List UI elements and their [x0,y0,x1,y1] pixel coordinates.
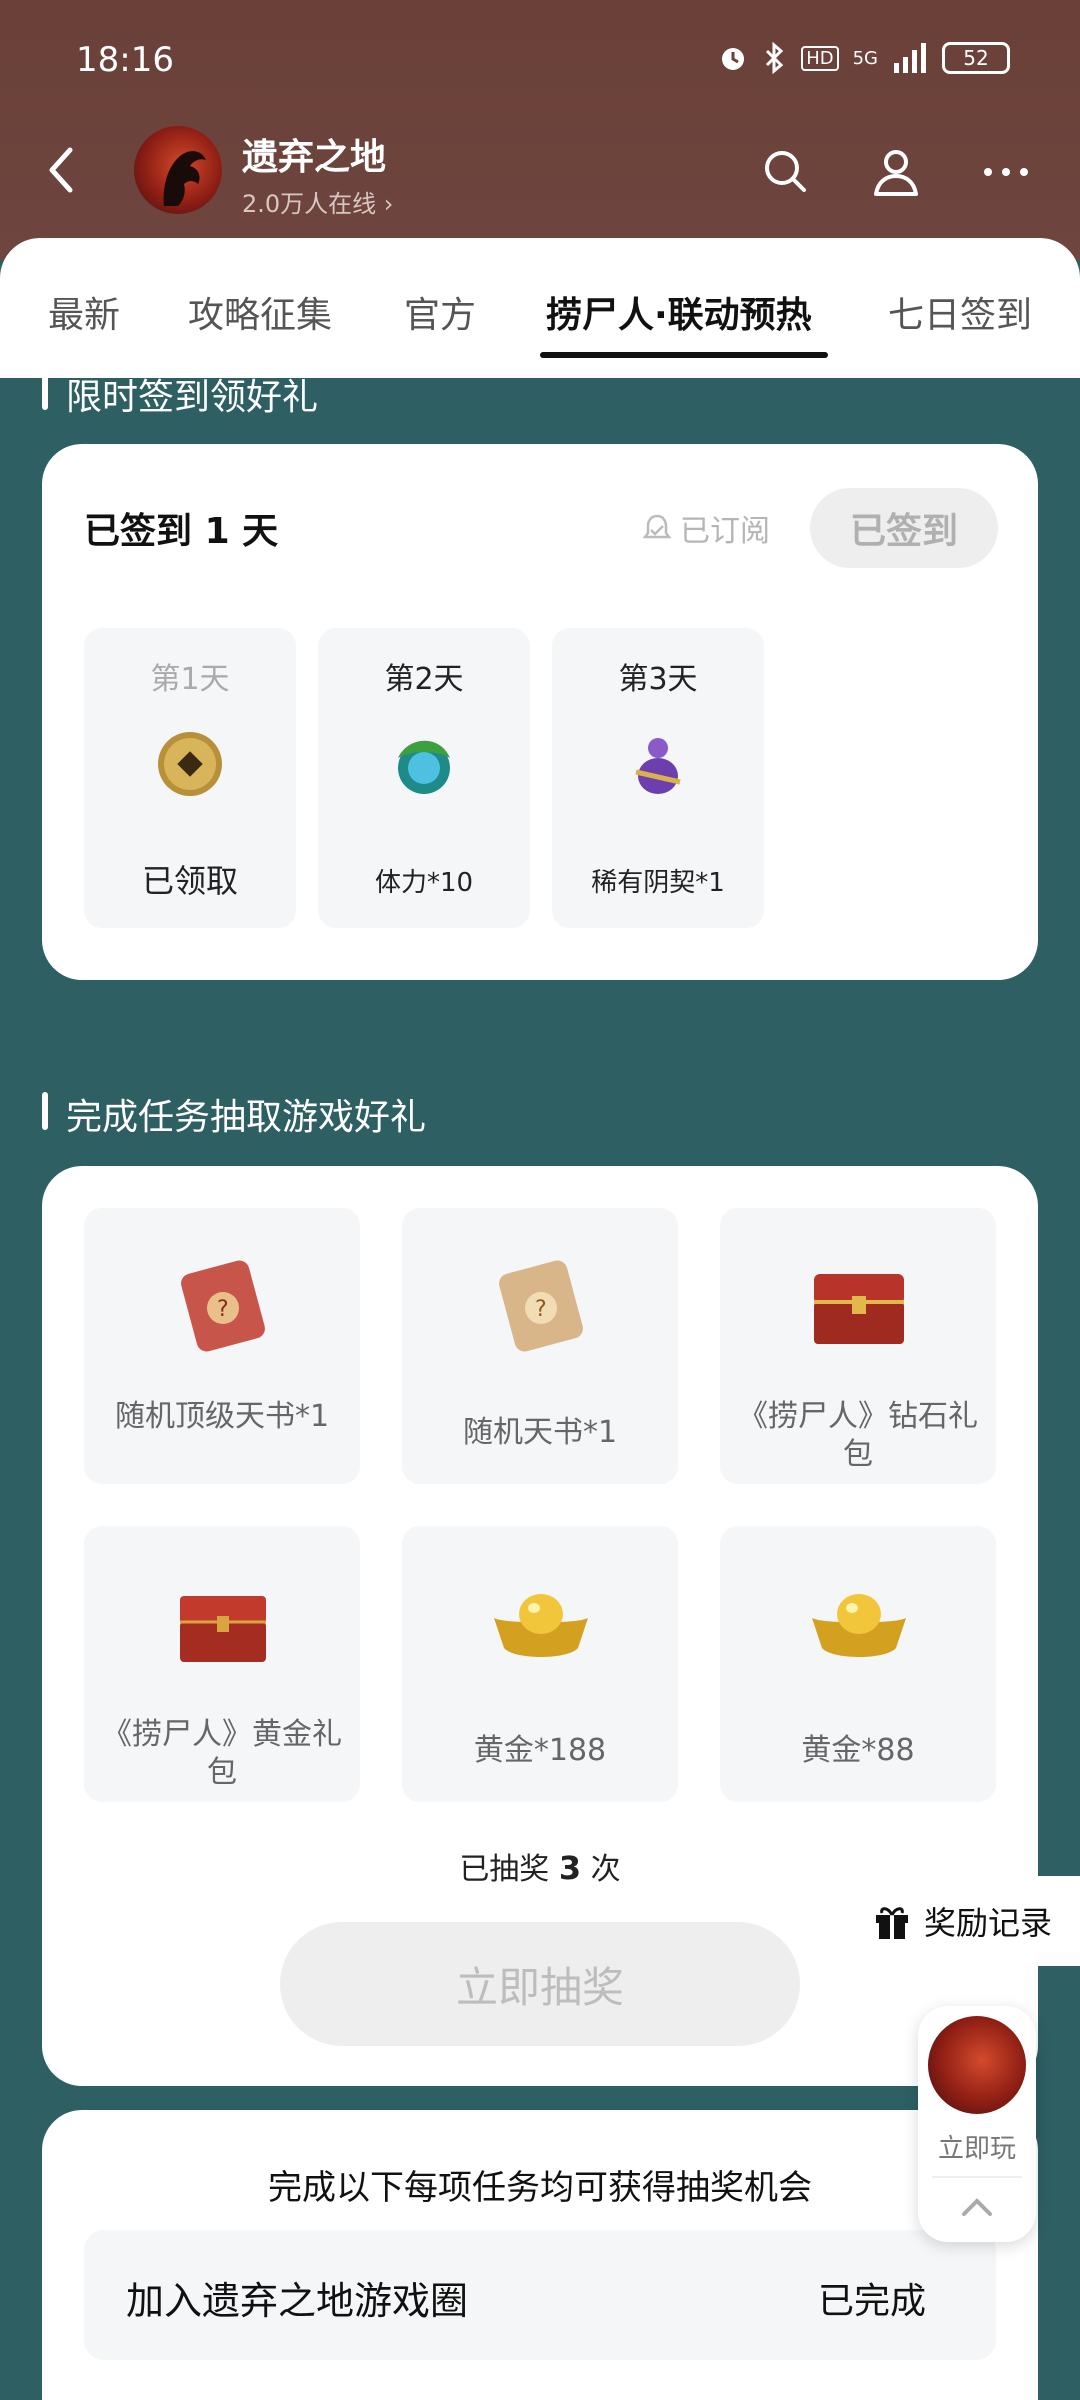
header-bar: 18:16 HD 5G 52 遗弃之地 2.0万人在线 › [0,0,1080,260]
tab-event-preheat[interactable]: 捞尸人·联动预热 [546,286,812,338]
prize-name: 《捞尸人》黄金礼包 [102,1717,342,1790]
tab-guides[interactable]: 攻略征集 [188,286,332,338]
online-count-text: 2.0万人在线 [242,190,377,218]
day-label: 第3天 [618,662,698,697]
prize-name: 随机顶级天书*1 [114,1399,330,1434]
tan-scroll-icon: ? [499,1260,583,1352]
signin-card: 已签到 1 天 已订阅 已签到 第1天 已领取 第2天 体力*10 第3天 稀有… [42,444,1038,980]
signed-days-text: 已签到 1 天 [84,511,279,552]
prize-name: 《捞尸人》钻石礼包 [738,1399,978,1472]
divider [932,2176,1022,2178]
game-avatar[interactable] [134,126,222,214]
day-reward: 已领取 [141,862,238,900]
network-label: 5G [852,47,878,69]
gold-ingot-icon [812,1594,906,1657]
back-icon[interactable] [36,140,86,200]
play-now-label: 立即玩 [937,2134,1016,2164]
svg-text:?: ? [217,1297,229,1322]
prize-tile: 黄金*188 [402,1526,678,1802]
subscribed-toggle[interactable]: 已订阅 [642,506,770,550]
hd-badge: HD [801,45,839,71]
stamina-orb-icon [398,740,450,794]
battery-indicator: 52 [942,42,1010,74]
signin-day-3[interactable]: 第3天 稀有阴契*1 [552,628,764,928]
signin-day-2[interactable]: 第2天 体力*10 [318,628,530,928]
play-now-float[interactable]: 立即玩 [918,2006,1036,2242]
tab-latest[interactable]: 最新 [48,286,120,338]
prize-tile: 《捞尸人》钻石礼包 [720,1208,996,1484]
signed-button[interactable]: 已签到 [810,488,998,568]
prize-tile: 黄金*88 [720,1526,996,1802]
red-chest-icon [180,1596,266,1662]
gift-icon [876,1907,908,1939]
prize-tile: 《捞尸人》黄金礼包 [84,1526,360,1802]
search-icon[interactable] [758,144,814,200]
alarm-icon [722,48,745,70]
signal-icon [894,43,926,73]
day-reward: 稀有阴契*1 [591,868,725,898]
red-scroll-icon: ? [181,1260,265,1352]
more-icon[interactable] [978,144,1034,200]
user-icon[interactable] [868,144,924,200]
reward-record-button[interactable]: 奖励记录 [860,1876,1080,1966]
prize-name: 黄金*88 [801,1733,915,1768]
task-row[interactable]: 加入遗弃之地游戏圈 已完成 [84,2230,996,2360]
ornate-chest-icon [814,1274,904,1344]
task-card: 完成以下每项任务均可获得抽奖机会 加入遗弃之地游戏圈 已完成 [42,2110,1038,2400]
draw-now-button[interactable]: 立即抽奖 [280,1922,800,2046]
prize-tile: ? 随机天书*1 [402,1208,678,1484]
svg-text:?: ? [535,1297,547,1322]
gold-ingot-icon [494,1594,588,1657]
day-label: 第2天 [384,662,464,697]
day-reward: 体力*10 [374,868,474,898]
game-avatar-small [928,2016,1026,2114]
online-count[interactable]: 2.0万人在线 › [242,184,393,219]
prize-tile: ? 随机顶级天书*1 [84,1208,360,1484]
signin-section-title: 限时签到领好礼 [42,368,318,420]
task-status: 已完成 [817,2281,926,2322]
bluetooth-icon [766,42,784,74]
status-icons: HD 5G 52 [717,42,1010,74]
tab-active-indicator [540,352,828,358]
signin-day-1[interactable]: 第1天 已领取 [84,628,296,928]
game-name[interactable]: 遗弃之地 [242,128,386,180]
day-label: 第1天 [150,662,230,697]
copper-coin-icon [158,732,222,796]
tab-official[interactable]: 官方 [404,286,476,338]
bell-icon [642,514,672,539]
lottery-section-title: 完成任务抽取游戏好礼 [42,1088,426,1140]
status-time: 18:16 [76,40,174,80]
chevron-up-icon[interactable] [958,2194,996,2220]
task-name: 加入遗弃之地游戏圈 [126,2279,469,2323]
tab-seven-day-signin[interactable]: 七日签到 [888,286,1032,338]
prize-name: 黄金*188 [473,1733,607,1768]
tab-bar: 最新 攻略征集 官方 捞尸人·联动预热 七日签到 [0,238,1080,378]
purple-gourd-icon [635,738,681,794]
task-title: 完成以下每项任务均可获得抽奖机会 [268,2168,812,2208]
prize-name: 随机天书*1 [462,1415,618,1450]
